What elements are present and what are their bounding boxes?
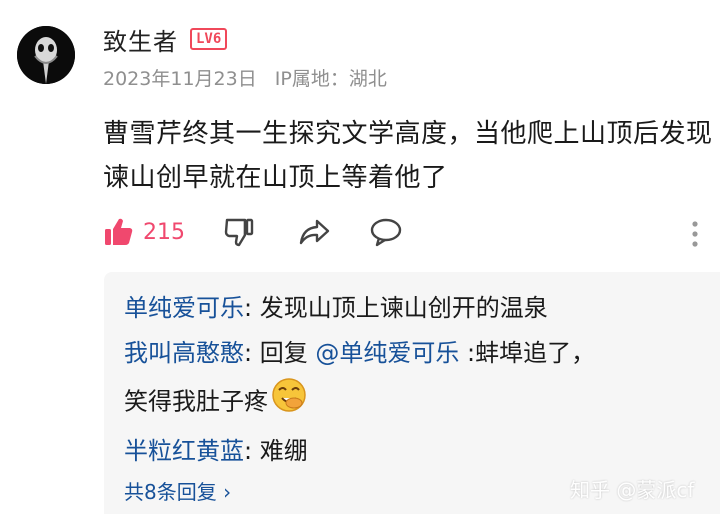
like-count: 215 xyxy=(143,219,185,245)
like-button[interactable]: 215 xyxy=(103,216,185,248)
reply-item[interactable]: 单纯爱可乐: 发现山顶上谏山创开的温泉 xyxy=(124,286,720,331)
reply-user[interactable]: 单纯爱可乐 xyxy=(124,294,244,322)
reply-mention[interactable]: @单纯爱可乐 xyxy=(315,339,459,367)
thumbs-up-icon xyxy=(105,218,133,245)
comment-meta: 2023年11月23日 IP属地：湖北 xyxy=(103,64,399,91)
ip-location: IP属地：湖北 xyxy=(274,68,387,90)
comment-card: 致生者 LV6 2023年11月23日 IP属地：湖北 曹雪芹终其一生探究文学高… xyxy=(0,0,720,514)
level-badge: LV6 xyxy=(190,28,228,50)
laughing-emoji-icon xyxy=(270,376,308,429)
reply-text: 发现山顶上谏山创开的温泉 xyxy=(259,294,548,322)
watermark: 知乎 @蒙派cf xyxy=(570,478,695,502)
comment-text: 曹雪芹终其一生探究文学高度，当他爬上山顶后发现谏山创早就在山顶上等着他了 xyxy=(103,119,713,193)
more-options-button[interactable] xyxy=(689,220,701,252)
reply-item[interactable]: 半粒红黄蓝: 难绷 xyxy=(124,429,720,474)
reply-text: 难绷 xyxy=(259,437,308,465)
reply-item[interactable]: 我叫高憨憨: 回复 @单纯爱可乐 :蚌埠追了， xyxy=(124,331,720,376)
reply-prefix: 回复 xyxy=(259,339,316,367)
thumbs-down-icon xyxy=(224,218,254,247)
share-button[interactable] xyxy=(297,216,331,252)
action-bar: 215 xyxy=(103,212,713,258)
avatar-image xyxy=(17,26,75,84)
reply-text: 笑得我肚子疼 xyxy=(124,387,268,416)
reply-user[interactable]: 半粒红黄蓝 xyxy=(124,437,244,465)
reply-user[interactable]: 我叫高憨憨 xyxy=(124,339,244,367)
comment-bubble-icon xyxy=(370,218,402,247)
dislike-button[interactable] xyxy=(223,216,255,252)
author-name[interactable]: 致生者 xyxy=(103,22,178,57)
reply-text: :蚌埠追了， xyxy=(459,339,596,367)
reply-separator: : xyxy=(244,294,260,322)
reply-separator: : xyxy=(244,437,260,465)
avatar[interactable] xyxy=(17,26,75,84)
reply-separator: : xyxy=(244,339,260,367)
comment-date: 2023年11月23日 xyxy=(103,68,257,90)
vertical-dots-icon xyxy=(692,221,698,247)
view-more-replies-link[interactable]: 共8条回复 › xyxy=(124,476,231,505)
share-icon xyxy=(299,219,330,245)
reply-item-continued: 笑得我肚子疼 xyxy=(124,376,720,429)
reply-button[interactable] xyxy=(369,216,403,252)
